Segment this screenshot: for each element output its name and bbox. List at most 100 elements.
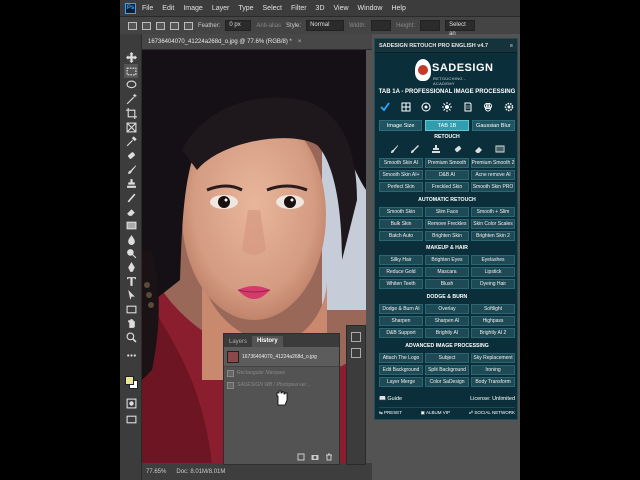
document-icon[interactable] [462, 101, 474, 113]
intersect-selection-icon[interactable] [184, 21, 193, 30]
menu-filter[interactable]: Filter [291, 5, 307, 12]
brush-icon[interactable] [410, 144, 420, 154]
makeup-button[interactable]: Blush [425, 279, 469, 289]
makeup-button[interactable]: Silky Hair [379, 255, 423, 265]
retouch-button[interactable]: D&B AI [425, 170, 469, 180]
pen-icon[interactable] [124, 260, 138, 274]
healing-brush-icon[interactable] [124, 148, 138, 162]
layout-icon[interactable] [400, 101, 412, 113]
makeup-button[interactable]: Brighten Eyes [425, 255, 469, 265]
dodge-burn-button[interactable]: Brightly AI [425, 328, 469, 338]
auto-retouch-button[interactable]: Skin Color Scales [471, 219, 515, 229]
eyedropper-icon[interactable] [124, 134, 138, 148]
stamp-icon[interactable] [431, 144, 441, 154]
dodge-burn-button[interactable]: Softlight [471, 304, 515, 314]
retouch-button[interactable]: Smooth Skin AI [379, 158, 423, 168]
lasso-icon[interactable] [124, 78, 138, 92]
menu-select[interactable]: Select [263, 5, 282, 12]
auto-retouch-button[interactable]: Brighten Skin 2 [471, 231, 515, 241]
image-size-button[interactable]: Image Size [379, 120, 423, 131]
zoom-level[interactable]: 77.65% [146, 469, 166, 475]
foreground-color-swatch[interactable] [125, 376, 134, 385]
bandage-icon[interactable] [453, 144, 463, 154]
marquee-preset-icon[interactable] [128, 21, 137, 30]
dodge-burn-button[interactable]: Overlay [425, 304, 469, 314]
zoom-icon[interactable] [124, 330, 138, 344]
width-input[interactable] [371, 20, 392, 31]
advanced-button[interactable]: Edit Background [379, 365, 423, 375]
menu-layer[interactable]: Layer [212, 5, 230, 12]
menu-image[interactable]: Image [183, 5, 202, 12]
retouch-button[interactable]: Smooth Skin PRO [471, 182, 515, 192]
makeup-button[interactable]: Eyelashes [471, 255, 515, 265]
add-selection-icon[interactable] [156, 21, 165, 30]
layers-dock-icon[interactable] [351, 332, 361, 342]
eraser-icon[interactable] [124, 204, 138, 218]
auto-retouch-button[interactable]: Batch Auto [379, 231, 423, 241]
height-input[interactable] [420, 20, 441, 31]
social-network-button[interactable]: ☍ SOCIAL NETWORK [469, 410, 515, 416]
sun-icon[interactable] [441, 101, 453, 113]
advanced-button[interactable]: Ironing [471, 365, 515, 375]
dodge-burn-button[interactable]: D&B Support [379, 328, 423, 338]
rectangle-shape-icon[interactable] [124, 302, 138, 316]
dodge-burn-button[interactable]: Brightly AI 2 [471, 328, 515, 338]
retouch-button[interactable]: Acne remove AI [471, 170, 515, 180]
eraser-icon[interactable] [474, 144, 484, 154]
dodge-burn-button[interactable]: Sharpen [379, 316, 423, 326]
crop-icon[interactable] [124, 106, 138, 120]
advanced-button[interactable]: Attach The Logo [379, 353, 423, 363]
advanced-button[interactable]: Layer Merge [379, 377, 423, 387]
makeup-button[interactable]: Whiten Teeth [379, 279, 423, 289]
brush-icon[interactable] [389, 144, 399, 154]
settings-icon[interactable] [503, 101, 515, 113]
retouch-button[interactable]: Premium Smooth 2 [471, 158, 515, 168]
auto-retouch-button[interactable]: Brighten Skin [425, 231, 469, 241]
menu-3d[interactable]: 3D [316, 5, 325, 12]
trash-icon[interactable] [325, 453, 333, 461]
tab-1b-button[interactable]: TAB 1B [425, 120, 469, 131]
advanced-button[interactable]: Split Background [425, 365, 469, 375]
retouch-button[interactable]: Perfect Skin [379, 182, 423, 192]
advanced-button[interactable]: Subject [425, 353, 469, 363]
menu-view[interactable]: View [334, 5, 349, 12]
quick-mask-icon[interactable] [124, 396, 138, 410]
grid-icon[interactable] [495, 144, 505, 154]
advanced-button[interactable]: Sky Replacement [471, 353, 515, 363]
color-circles-icon[interactable] [482, 101, 494, 113]
screen-mode-icon[interactable] [124, 412, 138, 426]
advanced-button[interactable]: Color SaDesign [425, 377, 469, 387]
menu-file[interactable]: File [142, 5, 153, 12]
hand-icon[interactable] [124, 316, 138, 330]
auto-retouch-button[interactable]: Smooth Skin [379, 207, 423, 217]
dodge-burn-button[interactable]: Highpass [471, 316, 515, 326]
makeup-button[interactable]: Dyeing Hair [471, 279, 515, 289]
menu-window[interactable]: Window [358, 5, 383, 12]
move-tool-icon[interactable] [124, 50, 138, 64]
doc-size[interactable]: Doc: 8.01M/8.01M [176, 469, 225, 475]
preset-button[interactable]: ⇆ PRESET [379, 410, 402, 416]
dodge-icon[interactable] [124, 246, 138, 260]
retouch-button[interactable]: Premium Smooth [425, 158, 469, 168]
menu-edit[interactable]: Edit [162, 5, 174, 12]
retouch-button[interactable]: Freckled Skin [425, 182, 469, 192]
gradient-icon[interactable] [124, 218, 138, 232]
dodge-burn-button[interactable]: Dodge & Burn AI [379, 304, 423, 314]
tab-history[interactable]: History [252, 336, 283, 347]
path-selection-icon[interactable] [124, 288, 138, 302]
select-and-mask-button[interactable]: Select an [445, 20, 476, 37]
rectangular-marquee-icon[interactable] [124, 64, 138, 78]
auto-retouch-button[interactable]: Bulk Skin [379, 219, 423, 229]
guide-link[interactable]: 📖 Guide [379, 396, 402, 402]
brush-icon[interactable] [124, 162, 138, 176]
auto-retouch-button[interactable]: Slim Face [425, 207, 469, 217]
feather-input[interactable]: 0 px [225, 20, 252, 31]
subtract-selection-icon[interactable] [170, 21, 179, 30]
makeup-button[interactable]: Reduce Gold [379, 267, 423, 277]
camera-icon[interactable] [311, 453, 319, 461]
retouch-button[interactable]: Smooth Skin AI+ [379, 170, 423, 180]
makeup-button[interactable]: Mascara [425, 267, 469, 277]
history-brush-icon[interactable] [124, 190, 138, 204]
history-dock-icon[interactable] [351, 348, 361, 358]
auto-retouch-button[interactable]: Remove Freckles [425, 219, 469, 229]
